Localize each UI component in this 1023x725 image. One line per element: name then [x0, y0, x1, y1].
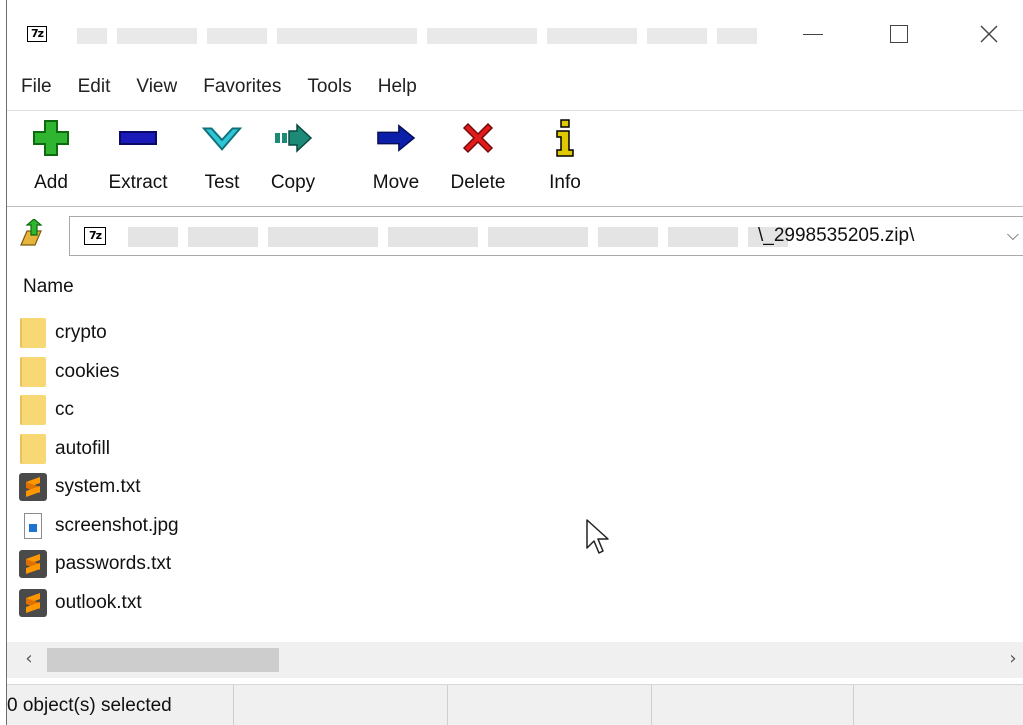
folder-up-button[interactable]	[15, 216, 47, 252]
maximize-icon	[890, 25, 908, 43]
sublime-text-icon	[19, 549, 47, 579]
chevron-left-icon: ‹	[25, 648, 33, 669]
close-icon	[980, 25, 998, 43]
menu-favorites[interactable]: Favorites	[203, 76, 281, 98]
file-name: passwords.txt	[55, 553, 172, 575]
info-button[interactable]: Info	[541, 114, 589, 202]
delete-label: Delete	[450, 172, 506, 193]
move-button[interactable]: Move	[365, 114, 427, 202]
extract-button[interactable]: Extract	[95, 114, 181, 202]
checkmark-icon	[202, 127, 242, 151]
file-name: crypto	[55, 322, 107, 344]
info-icon	[556, 119, 574, 157]
file-name: outlook.txt	[55, 591, 142, 613]
scroll-right-button[interactable]: ›	[1002, 648, 1023, 672]
file-row[interactable]: outlook.txt	[19, 584, 179, 623]
move-arrow-icon	[377, 124, 416, 152]
toolbar: Add Extract Test Copy Move Delete Info	[7, 114, 1023, 206]
status-divider	[651, 685, 652, 725]
file-row[interactable]: system.txt	[19, 468, 179, 507]
address-input[interactable]: 7z \_2998535205.zip\ ⌵	[69, 216, 1023, 256]
scroll-left-button[interactable]: ‹	[17, 648, 41, 672]
menu-view[interactable]: View	[136, 76, 177, 98]
sublime-text-icon	[19, 472, 47, 502]
image-file-icon	[19, 511, 47, 541]
mouse-cursor-icon	[585, 518, 611, 560]
file-row[interactable]: screenshot.jpg	[19, 507, 179, 546]
menu-divider	[7, 110, 1023, 111]
file-row[interactable]: autofill	[19, 430, 179, 469]
title-bar: 7z	[7, 0, 1023, 66]
status-bar: 0 object(s) selected	[7, 684, 1023, 725]
address-bar: 7z \_2998535205.zip\ ⌵	[7, 212, 1023, 258]
folder-icon	[19, 318, 47, 349]
chevron-down-icon: ⌵	[1006, 225, 1020, 244]
maximize-button[interactable]	[879, 14, 919, 54]
minimize-button[interactable]	[793, 14, 833, 54]
menu-bar: File Edit View Favorites Tools Help	[7, 70, 1023, 104]
minus-icon	[119, 131, 157, 145]
file-row[interactable]: crypto	[19, 314, 179, 353]
test-button[interactable]: Test	[197, 114, 247, 202]
file-row[interactable]: passwords.txt	[19, 545, 179, 584]
file-name: system.txt	[55, 476, 141, 498]
scroll-thumb[interactable]	[47, 648, 279, 672]
menu-edit[interactable]: Edit	[78, 76, 111, 98]
window-title-redacted	[77, 28, 767, 44]
copy-label: Copy	[270, 172, 316, 193]
status-divider	[447, 685, 448, 725]
folder-icon	[19, 433, 47, 464]
delete-x-icon	[462, 122, 494, 154]
menu-tools[interactable]: Tools	[307, 76, 351, 98]
7z-app-icon[interactable]: 7z	[27, 26, 47, 42]
copy-button[interactable]: Copy	[263, 114, 323, 202]
file-name: cookies	[55, 360, 120, 382]
chevron-right-icon: ›	[1009, 648, 1017, 669]
file-name: screenshot.jpg	[55, 514, 179, 536]
file-rows: crypto cookies cc autofill system.txt screens…	[19, 314, 179, 622]
add-label: Add	[34, 172, 68, 193]
copy-arrow-icon	[275, 123, 313, 153]
status-divider	[233, 685, 234, 725]
address-dropdown-button[interactable]: ⌵	[1003, 225, 1023, 249]
address-path-text: \_2998535205.zip\	[758, 225, 915, 246]
column-header-name[interactable]: Name	[23, 276, 74, 298]
folder-up-icon	[20, 219, 43, 246]
move-label: Move	[372, 172, 420, 193]
file-name: autofill	[55, 437, 110, 459]
info-label: Info	[549, 172, 581, 193]
horizontal-scrollbar[interactable]: ‹ ›	[7, 642, 1023, 678]
delete-button[interactable]: Delete	[443, 114, 513, 202]
menu-help[interactable]: Help	[378, 76, 417, 98]
status-divider	[853, 685, 854, 725]
close-button[interactable]	[969, 14, 1009, 54]
test-label: Test	[204, 172, 240, 193]
file-list: Name crypto cookies cc autofill system.txt sc…	[7, 262, 1023, 640]
minimize-icon	[803, 33, 823, 35]
selection-status: 0 object(s) selected	[7, 695, 172, 716]
folder-icon	[19, 395, 47, 426]
file-name: cc	[55, 399, 74, 421]
add-button[interactable]: Add	[23, 114, 79, 202]
address-path-redacted	[128, 227, 808, 247]
folder-icon	[19, 356, 47, 387]
extract-label: Extract	[108, 172, 168, 193]
file-row[interactable]: cookies	[19, 353, 179, 392]
7zip-window: 7z File Edit View Favorites Tools Help A…	[6, 0, 1023, 725]
sublime-text-icon	[19, 588, 47, 618]
toolbar-divider	[7, 206, 1023, 207]
file-row[interactable]: cc	[19, 391, 179, 430]
plus-icon	[33, 120, 69, 156]
menu-file[interactable]: File	[21, 76, 52, 98]
7z-archive-icon: 7z	[84, 227, 106, 245]
